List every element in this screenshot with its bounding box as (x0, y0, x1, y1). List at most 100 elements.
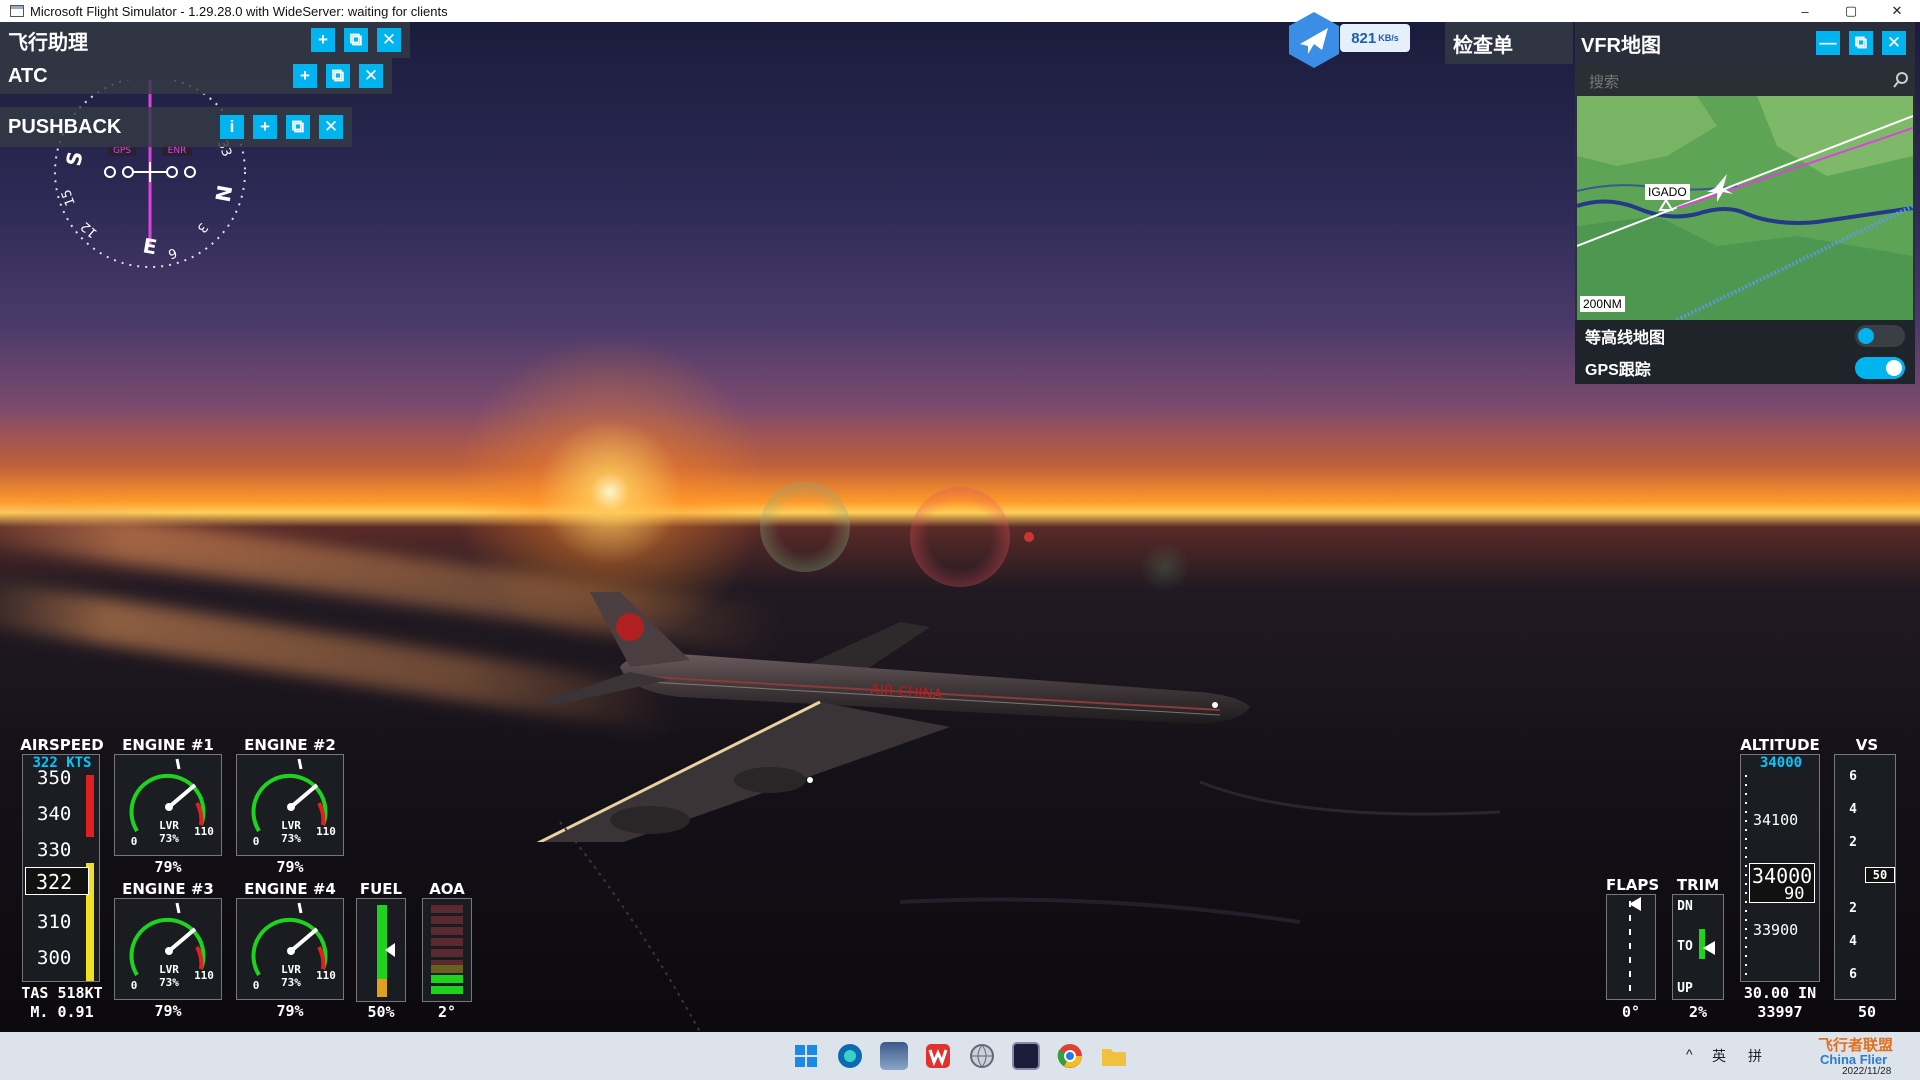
globe-app-icon[interactable] (968, 1042, 996, 1070)
gps-tag: GPS (113, 146, 131, 156)
photos-app-icon[interactable] (880, 1042, 908, 1070)
pushback-popout-button[interactable]: ⧉ (286, 115, 310, 139)
engine-1-needle (167, 783, 197, 809)
engine-2-lever-pct: 73% (281, 832, 301, 845)
engine-1-gauge: LVR 73% 0 110 (114, 754, 222, 856)
altitude-tick-33900: 33900 (1753, 921, 1799, 939)
checklist-panel[interactable]: 检查单 (1445, 22, 1573, 64)
ime-mode[interactable]: 拼 (1748, 1046, 1762, 1066)
engine-2-mode: LVR (281, 819, 301, 832)
pushback-close-button[interactable]: ✕ (319, 115, 343, 139)
vfr-map-search-input[interactable]: 搜索 (1575, 64, 1915, 96)
engine-3-lever-pct: 73% (159, 976, 179, 989)
airspeed-tick-350: 350 (37, 767, 72, 789)
airspeed-tape: 322 KTS 350 340 330 322 310 300 (22, 754, 100, 982)
flight-simulator-icon[interactable] (1012, 1042, 1040, 1070)
gps-tracking-label: GPS跟踪 (1585, 362, 1651, 379)
vs-tick-4-up: 4 (1849, 802, 1857, 817)
altitude-selected: 34000 (1759, 755, 1803, 771)
aoa-label: AOA (429, 880, 465, 898)
maximize-window-button[interactable]: ▢ (1828, 0, 1874, 22)
flaps-label: FLAPS (1606, 876, 1660, 894)
tray-overflow-icon[interactable]: ^ (1686, 1046, 1693, 1062)
fuel-label: FUEL (359, 880, 403, 898)
engine-3-redline (195, 946, 204, 970)
engine-4-redline (317, 946, 326, 970)
app-icon (10, 5, 24, 17)
flaps-pointer (1629, 897, 1641, 911)
atc-close-button[interactable]: ✕ (359, 64, 383, 88)
engine-1-mode: LVR (159, 819, 179, 832)
aoa-red-band (431, 905, 463, 965)
vfr-map-header: VFR地图 — ⧉ ✕ (1575, 22, 1915, 64)
network-plane-icon[interactable] (1284, 10, 1344, 70)
flaps-reading: 0° (1621, 1003, 1641, 1021)
engine-2-gauge: LVR 73% 0 110 (236, 754, 344, 856)
overspeed-band (86, 775, 94, 837)
engine-1-min: 0 (130, 835, 138, 848)
airspeed-current: 322 (36, 870, 73, 894)
altitude-label: ALTITUDE (1740, 736, 1820, 754)
compass-label-6: 6 (166, 244, 179, 261)
close-window-button[interactable]: ✕ (1874, 0, 1920, 22)
contour-map-row: 等高线地图 (1575, 320, 1915, 352)
compass-label-e: E (141, 233, 159, 259)
vs-label: VS (1855, 736, 1879, 754)
flight-assist-close-button[interactable]: ✕ (377, 28, 401, 52)
flight-assist-add-button[interactable]: + (311, 28, 335, 52)
trim-label: TRIM (1676, 876, 1720, 894)
pushback-add-button[interactable]: + (253, 115, 277, 139)
trim-up: UP (1677, 981, 1693, 996)
atc-add-button[interactable]: + (293, 64, 317, 88)
atc-panel: ATC + ⧉ ✕ (0, 58, 392, 94)
contour-map-toggle[interactable] (1855, 325, 1905, 347)
engine-4-needle (289, 927, 319, 953)
taskbar-date: 2022/11/28 (1842, 1066, 1892, 1077)
vs-tick-2-down: 2 (1849, 901, 1857, 916)
flaps-gauge (1606, 894, 1656, 1000)
file-explorer-icon[interactable] (1100, 1042, 1128, 1070)
start-icon[interactable] (792, 1042, 820, 1070)
atc-title: ATC (8, 64, 48, 87)
engine-1-redline (195, 802, 204, 826)
airspeed-tick-330: 330 (37, 839, 72, 861)
flight-assist-popout-button[interactable]: ⧉ (344, 28, 368, 52)
search-icon[interactable] (1893, 72, 1909, 88)
engine-2-reading: 79% (276, 858, 304, 876)
trim-reading: 2% (1688, 1003, 1708, 1021)
edge-browser-icon[interactable] (836, 1042, 864, 1070)
wps-office-icon[interactable] (924, 1042, 952, 1070)
gps-tracking-toggle-knob (1886, 360, 1902, 376)
checklist-title: 检查单 (1453, 34, 1513, 57)
chrome-browser-icon[interactable] (1056, 1042, 1084, 1070)
gps-tracking-row: GPS跟踪 (1575, 352, 1915, 384)
vfr-map-title: VFR地图 (1581, 34, 1661, 57)
atc-popout-button[interactable]: ⧉ (326, 64, 350, 88)
vfr-map-popout-button[interactable]: ⧉ (1849, 31, 1873, 55)
vfr-map-panel: VFR地图 — ⧉ ✕ 搜索 IGADO 200NM 等高线地图 GPS跟踪 (1575, 22, 1915, 384)
trim-gauge: DN TO UP (1672, 894, 1724, 1000)
airspeed-tick-340: 340 (37, 803, 72, 825)
vfr-map-minimize-button[interactable]: — (1816, 31, 1840, 55)
engine-4-lever-pct: 73% (281, 976, 301, 989)
airspeed-tick-300: 300 (37, 947, 72, 969)
engine-2-label: ENGINE #2 (244, 736, 336, 754)
compass-label-n: N (210, 183, 237, 204)
vfr-map-canvas[interactable]: IGADO 200NM (1577, 96, 1913, 320)
vs-tick-6-up: 6 (1849, 769, 1857, 784)
gps-tracking-toggle[interactable] (1855, 357, 1905, 379)
vs-current-box: 50 (1865, 867, 1895, 883)
minimize-window-button[interactable]: – (1782, 0, 1828, 22)
waypoint-label: IGADO (1645, 184, 1690, 200)
vfr-map-close-button[interactable]: ✕ (1882, 31, 1906, 55)
aoa-gauge (422, 898, 472, 1002)
engine-1-max: 110 (194, 825, 214, 838)
engine-2-needle (289, 783, 319, 809)
engine-2-max: 110 (316, 825, 336, 838)
pushback-info-button[interactable]: i (220, 115, 244, 139)
airspeed-tick-310: 310 (37, 911, 72, 933)
ime-language[interactable]: 英 (1712, 1046, 1726, 1066)
engine-4-mode: LVR (281, 963, 301, 976)
engine-4-gauge: LVR 73% 0 110 (236, 898, 344, 1000)
pushback-panel: PUSHBACK i + ⧉ ✕ (0, 107, 352, 147)
